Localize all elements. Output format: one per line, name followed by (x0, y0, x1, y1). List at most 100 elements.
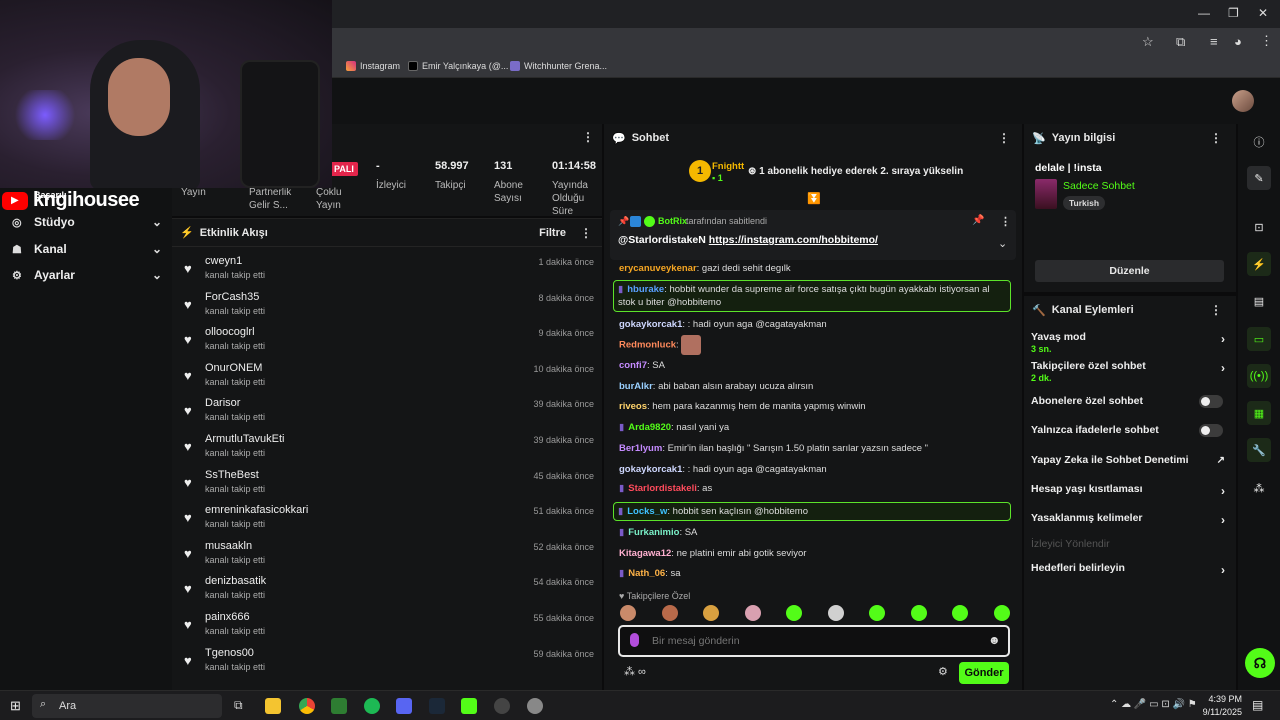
chat-username[interactable]: burAlkr (619, 381, 653, 392)
chat-username[interactable]: Locks_w (627, 506, 667, 517)
lightning-icon[interactable]: ⚡ (1247, 252, 1271, 276)
taskbar-search[interactable]: ⌕ Ara (32, 694, 222, 718)
chat-username[interactable]: erycanuveykenar (619, 263, 697, 274)
pinned-link[interactable]: https://instagram.com/hobbitemo/ (709, 234, 878, 246)
channel-action-row[interactable]: Hedefleri belirleyin › (1031, 562, 1231, 577)
channel-action-row[interactable]: Yavaş mod 3 sn. › (1031, 331, 1231, 354)
support-icon[interactable]: ☊ (1245, 648, 1275, 678)
emote-icon[interactable] (952, 605, 968, 621)
emote-icon[interactable] (744, 605, 761, 621)
chat-username[interactable]: Ber1lyum (619, 443, 662, 454)
channel-action-row[interactable]: Hesap yaşı kısıtlaması › (1031, 483, 1231, 498)
sidebar-item-settings[interactable]: ⚙ Ayarlar ⌄ (12, 265, 162, 285)
edit-button[interactable]: Düzenle (1035, 260, 1224, 282)
users-icon[interactable]: ⁂ (1247, 476, 1271, 500)
activity-row[interactable]: ♥ emreninkafasicokkari kanalı takip etti 51… (184, 504, 594, 538)
chat-icon[interactable]: ▭ (1247, 327, 1271, 351)
chat-username[interactable]: riveos (619, 401, 647, 412)
activity-row[interactable]: ♥ denizbasatik kanalı takip etti 54 dakika … (184, 575, 594, 609)
task-view-icon[interactable]: ⧉ (234, 698, 243, 713)
more-options-icon[interactable]: ⋮ (1210, 303, 1222, 317)
profile-icon[interactable]: ◕ (1234, 34, 1242, 49)
avatar[interactable] (1232, 90, 1254, 112)
stream-category[interactable]: Sadece Sohbet (1063, 180, 1135, 192)
sidebar-item-channel[interactable]: ☗ Kanal ⌄ (12, 239, 162, 259)
emote-icon[interactable] (910, 605, 927, 621)
unpin-icon[interactable]: 📌 (972, 215, 984, 226)
chat-username[interactable]: Redmonluck (619, 340, 676, 351)
chat-username[interactable]: gokaykorcak1 (619, 319, 682, 330)
notifications-icon[interactable]: ▤ (1252, 698, 1263, 712)
bookmark-item[interactable]: Witchhunter Grena... (510, 61, 607, 71)
wrench-icon[interactable]: 🔧 (1247, 438, 1271, 462)
more-icon[interactable]: ⋮ (1260, 33, 1273, 49)
activity-row[interactable]: ♥ cweyn1 kanalı takip etti 1 dakika önce (184, 255, 594, 289)
kick-icon[interactable] (461, 698, 477, 714)
file-explorer-icon[interactable] (265, 698, 281, 714)
chat-username[interactable]: hburake (627, 284, 664, 295)
chat-username[interactable]: Furkanimio (628, 527, 679, 538)
chat-input[interactable]: ☻ (618, 625, 1010, 657)
channel-action-row[interactable]: Yapay Zeka ile Sohbet Denetimi ↗ (1031, 454, 1231, 466)
document-icon[interactable]: ▤ (1247, 289, 1271, 313)
chat-username[interactable]: confi7 (619, 360, 647, 371)
more-options-icon[interactable]: ⋮ (1000, 215, 1011, 228)
activity-row[interactable]: ♥ ForCash35 kanalı takip etti 8 dakika önce (184, 291, 594, 325)
activity-row[interactable]: ♥ SsTheBest kanalı takip etti 45 dakika önc… (184, 469, 594, 503)
clock-date[interactable]: 9/11/2025 (1200, 707, 1242, 717)
close-icon[interactable]: ✕ (1258, 6, 1268, 20)
more-options-icon[interactable]: ⋮ (998, 131, 1010, 145)
layout-icon[interactable]: ▦ (1247, 401, 1271, 425)
activity-row[interactable]: ♥ Darisor kanalı takip etti 39 dakika önce (184, 397, 594, 431)
obs-icon[interactable] (494, 698, 510, 714)
steam-icon[interactable] (429, 698, 445, 714)
maximize-icon[interactable]: ❐ (1228, 6, 1239, 20)
toggle-switch[interactable] (1199, 424, 1223, 437)
clock-time[interactable]: 4:39 PM (1208, 694, 1242, 704)
star-icon[interactable]: ☆ (1142, 34, 1154, 50)
channel-action-row[interactable]: Takipçilere özel sohbet 2 dk. › (1031, 360, 1231, 383)
more-options-icon[interactable]: ⋮ (580, 226, 592, 240)
chat-username[interactable]: Nath_06 (628, 568, 665, 579)
more-options-icon[interactable]: ⋮ (582, 130, 594, 144)
microphone-icon[interactable] (630, 633, 639, 647)
activity-row[interactable]: ♥ olloocoglrl kanalı takip etti 9 dakika ön… (184, 326, 594, 360)
more-options-icon[interactable]: ⋮ (1210, 131, 1222, 145)
xbox-icon[interactable] (331, 698, 347, 714)
spotify-icon[interactable] (364, 698, 380, 714)
minimize-icon[interactable]: — (1198, 6, 1210, 20)
pencil-icon[interactable]: ✎ (1247, 166, 1271, 190)
emote-icon[interactable] (993, 605, 1010, 621)
chat-settings-icons[interactable]: ⁂ ∞ (624, 665, 646, 678)
chrome-icon[interactable] (299, 698, 315, 714)
activity-row[interactable]: ♥ OnurONEM kanalı takip etti 10 dakika önce (184, 362, 594, 396)
chat-username[interactable]: gokaykorcak1 (619, 464, 682, 475)
emote-icon[interactable] (869, 605, 885, 621)
info-icon[interactable]: ⓘ (1247, 130, 1271, 154)
emote-icon[interactable] (661, 605, 678, 621)
emote-icon[interactable] (620, 605, 636, 621)
emoji-icon[interactable]: ☻ (988, 633, 1001, 647)
emote-icon[interactable] (786, 605, 802, 621)
emote-icon[interactable] (703, 605, 719, 621)
chat-username[interactable]: Kitagawa12 (619, 548, 671, 559)
send-button[interactable]: Gönder (959, 662, 1009, 684)
chevron-down-icon[interactable]: ⌄ (998, 237, 1007, 250)
filter-button[interactable]: Filtre (539, 227, 566, 239)
app-icon[interactable] (527, 698, 543, 714)
channel-action-row[interactable]: Abonelere özel sohbet (1031, 395, 1231, 408)
expand-icon[interactable]: ⏬ (807, 192, 821, 205)
gift-prompt[interactable]: ⊛ 1 abonelik hediye ederek 2. sıraya yük… (748, 166, 963, 177)
camera-icon[interactable]: ⊡ (1247, 215, 1271, 239)
channel-action-row[interactable]: Yasaklanmış kelimeler › (1031, 512, 1231, 527)
emote-icon[interactable] (827, 605, 844, 621)
chat-username[interactable]: Starlordistakeli (628, 483, 697, 494)
extensions-icon[interactable]: ⧉ (1176, 34, 1185, 50)
gear-icon[interactable]: ⚙ (938, 665, 948, 678)
bookmark-item[interactable]: Instagram (346, 61, 400, 71)
chat-message-field[interactable] (652, 632, 972, 650)
chat-username[interactable]: Arda9820 (628, 422, 671, 433)
toggle-switch[interactable] (1199, 395, 1223, 408)
discord-icon[interactable] (396, 698, 412, 714)
system-tray-icons[interactable]: ⌃ ☁ 🎤 ▭ ⊡ 🔊 ⚑ (1110, 699, 1197, 710)
